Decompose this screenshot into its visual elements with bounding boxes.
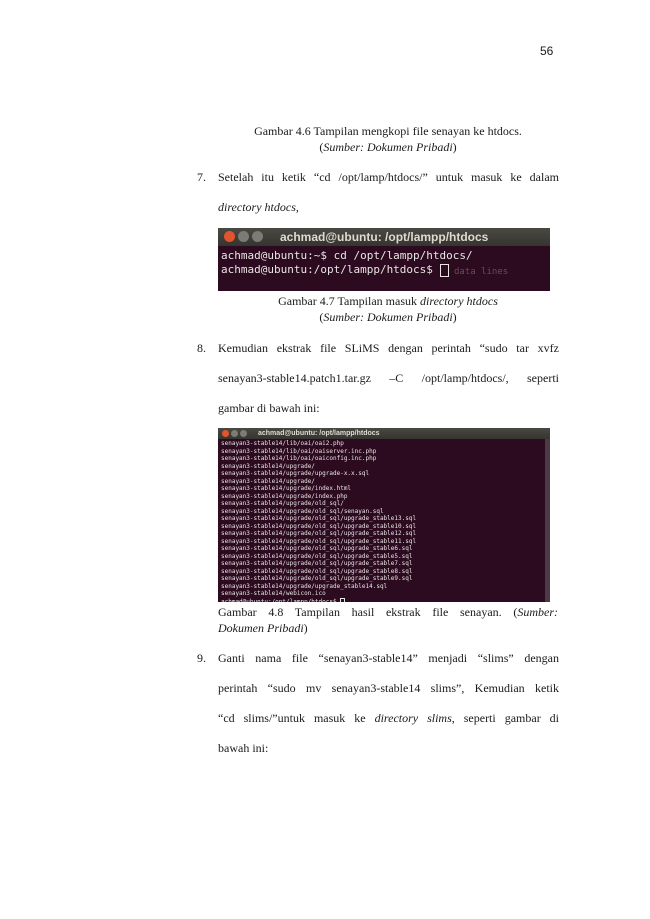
terminal-titlebar: achmad@ubuntu: /opt/lampp/htdocs <box>218 428 550 439</box>
close-icon <box>224 231 235 242</box>
terminal-screenshot-2: achmad@ubuntu: /opt/lampp/htdocs senayan… <box>218 428 550 602</box>
terminal-line: senayan3-stable14/upgrade/upgrade_stable… <box>221 582 388 590</box>
terminal-line: senayan3-stable14/upgrade/index.html <box>221 485 352 492</box>
terminal-line: senayan3-stable14/webicon.ico <box>221 590 326 597</box>
terminal-line: senayan3-stable14/upgrade/old_sql/upgrad… <box>221 545 413 552</box>
figure-4-8-caption: Gambar 4.8 Tampilan hasil ekstrak file s… <box>218 604 558 636</box>
close-icon <box>222 430 229 437</box>
terminal-line: senayan3-stable14/upgrade/old_sql/upgrad… <box>221 552 413 560</box>
figure-4-8-source: Dokumen Pribadi) <box>218 621 308 635</box>
terminal-screenshot-1: achmad@ubuntu: /opt/lampp/htdocs achmad@… <box>218 228 550 291</box>
figure-4-6-caption: Gambar 4.6 Tampilan mengkopi file senaya… <box>218 123 558 155</box>
terminal-line: senayan3-stable14/upgrade/upgrade-x.x.sq… <box>221 470 370 477</box>
figure-4-6-title: Gambar 4.6 Tampilan mengkopi file senaya… <box>254 124 522 138</box>
terminal-line: senayan3-stable14/upgrade/old_sql/upgrad… <box>221 530 417 537</box>
step-9-line-4: bawah ini: <box>218 741 269 755</box>
step-7-line-2: directory htdocs, <box>218 200 299 214</box>
figure-4-6-source: (Sumber: Dokumen Pribadi) <box>319 140 457 154</box>
scrollbar[interactable] <box>545 439 550 602</box>
terminal-line: senayan3-stable14/lib/oai/oaiserver.inc.… <box>221 447 377 455</box>
terminal-line: senayan3-stable14/upgrade/index.php <box>221 492 348 500</box>
step-8-line-2: senayan3-stable14.patch1.tar.gz –C /opt/… <box>218 371 559 385</box>
cursor <box>439 263 449 277</box>
terminal-line: senayan3-stable14/upgrade/old_sql/upgrad… <box>221 515 417 522</box>
step-8: 8. Kemudian ekstrak file SLiMS dengan pe… <box>197 341 559 421</box>
terminal-line: senayan3-stable14/upgrade/ <box>221 462 315 470</box>
maximize-icon <box>252 231 263 242</box>
step-8-line-1: Kemudian ekstrak file SLiMS dengan perin… <box>218 341 559 355</box>
step-8-line-3: gambar di bawah ini: <box>218 401 320 415</box>
figure-4-7-caption: Gambar 4.7 Tampilan masuk directory htdo… <box>218 293 558 325</box>
step-9-line-2: perintah “sudo mv senayan3-stable14 slim… <box>218 681 559 695</box>
figure-4-7-source: (Sumber: Dokumen Pribadi) <box>319 310 457 324</box>
step-9: 9. Ganti nama file “senayan3-stable14” m… <box>197 651 559 755</box>
terminal-title: achmad@ubuntu: /opt/lampp/htdocs <box>280 230 489 244</box>
terminal-title: achmad@ubuntu: /opt/lampp/htdocs <box>258 430 380 437</box>
cursor <box>340 597 346 602</box>
step-9-line-1: Ganti nama file “senayan3-stable14” menj… <box>218 651 559 665</box>
terminal-line: senayan3-stable14/lib/oai/oaiconfig.inc.… <box>221 455 377 462</box>
terminal-line: senayan3-stable14/lib/oai/oai2.php <box>221 440 344 447</box>
figure-4-8-title: Gambar 4.8 Tampilan hasil ekstrak file s… <box>218 605 558 619</box>
step-7-line-1: Setelah itu ketik “cd /opt/lamp/htdocs/”… <box>218 170 559 184</box>
terminal-line: achmad@ubuntu:/opt/lampp/htdocs$ <box>221 263 449 277</box>
step-number: 8. <box>197 341 206 355</box>
step-7: 7. Setelah itu ketik “cd /opt/lamp/htdoc… <box>197 170 559 220</box>
terminal-line: achmad@ubuntu:~$ cd /opt/lampp/htdocs/ <box>221 249 473 262</box>
terminal-line: senayan3-stable14/upgrade/old_sql/upgrad… <box>221 537 417 545</box>
figure-4-7-title: Gambar 4.7 Tampilan masuk directory htdo… <box>278 294 498 308</box>
terminal-line: senayan3-stable14/upgrade/old_sql/senaya… <box>221 507 384 515</box>
terminal-line: senayan3-stable14/upgrade/old_sql/ <box>221 500 344 507</box>
minimize-icon <box>238 231 249 242</box>
minimize-icon <box>231 430 238 437</box>
terminal-line: senayan3-stable14/upgrade/old_sql/upgrad… <box>221 567 413 575</box>
step-9-line-3: “cd slims/”untuk masuk ke directory slim… <box>218 711 559 725</box>
terminal-line: senayan3-stable14/upgrade/old_sql/upgrad… <box>221 575 413 582</box>
maximize-icon <box>240 430 247 437</box>
terminal-line: senayan3-stable14/upgrade/old_sql/upgrad… <box>221 522 417 530</box>
terminal-line: achmad@ubuntu:/opt/lampp/htdocs$ <box>221 597 346 602</box>
terminal-titlebar: achmad@ubuntu: /opt/lampp/htdocs <box>218 228 550 246</box>
page-number: 56 <box>540 44 554 58</box>
step-number: 9. <box>197 651 206 665</box>
terminal-line: senayan3-stable14/upgrade/old_sql/upgrad… <box>221 560 413 567</box>
faded-text: data lines <box>454 267 509 277</box>
step-number: 7. <box>197 170 206 184</box>
terminal-line: senayan3-stable14/upgrade/ <box>221 477 315 485</box>
